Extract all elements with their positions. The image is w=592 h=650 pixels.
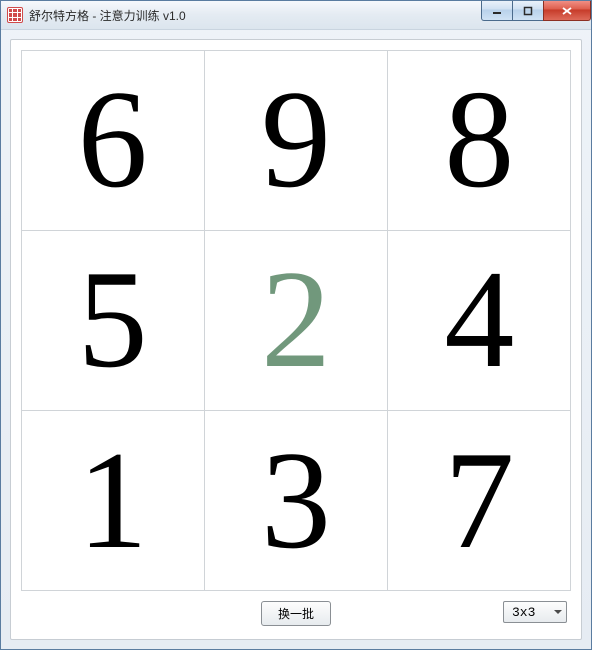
maximize-icon [523, 6, 533, 16]
close-button[interactable] [543, 1, 591, 21]
grid-size-select[interactable]: 3x3 [503, 601, 567, 623]
client-area: 698 524 137 换一批 3x3 [1, 30, 591, 649]
grid-cell-7[interactable]: 3 [204, 410, 388, 591]
grid-cell-6[interactable]: 1 [21, 410, 205, 591]
grid-cell-2[interactable]: 8 [387, 50, 571, 231]
close-icon [561, 6, 573, 16]
main-panel: 698 524 137 换一批 3x3 [10, 39, 582, 640]
maximize-button[interactable] [512, 1, 544, 21]
app-window: 舒尔特方格 - 注意力训练 v1.0 698 524 137 换一批 3x3 [0, 0, 592, 650]
app-icon [7, 7, 23, 23]
window-controls [482, 1, 591, 21]
grid-cell-0[interactable]: 6 [21, 50, 205, 231]
grid-cell-5[interactable]: 4 [387, 230, 571, 411]
grid-cell-3[interactable]: 5 [21, 230, 205, 411]
window-title: 舒尔特方格 - 注意力训练 v1.0 [29, 7, 186, 24]
minimize-icon [492, 6, 502, 16]
grid-cell-4[interactable]: 2 [204, 230, 388, 411]
minimize-button[interactable] [481, 1, 513, 21]
schulte-grid: 698 524 137 [21, 50, 571, 591]
grid-cell-8[interactable]: 7 [387, 410, 571, 591]
titlebar[interactable]: 舒尔特方格 - 注意力训练 v1.0 [1, 1, 591, 30]
grid-cell-1[interactable]: 9 [204, 50, 388, 231]
grid-size-value: 3x3 [512, 605, 535, 620]
shuffle-button[interactable]: 换一批 [261, 601, 331, 626]
bottom-bar: 换一批 3x3 [21, 597, 571, 629]
chevron-down-icon [554, 610, 562, 614]
